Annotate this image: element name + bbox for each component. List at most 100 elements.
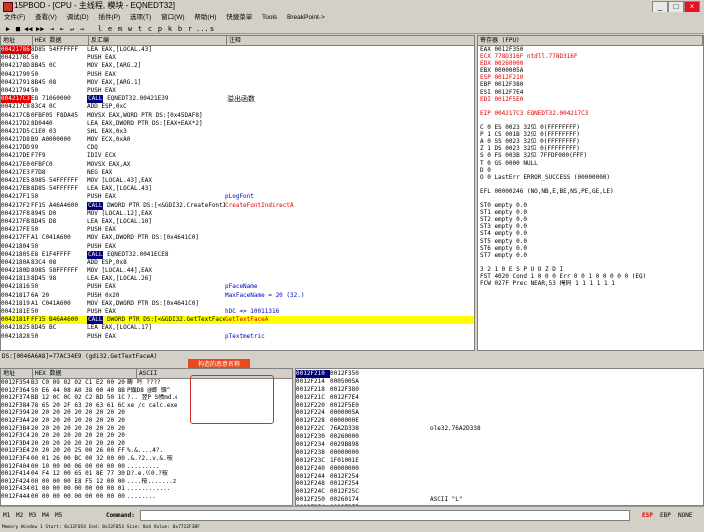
disasm-row[interactable]: 004217C883C4 0C ADD ESP,0xC [1,103,474,111]
dump-row[interactable]: 0012F3F400 01 26 00 BC 00 32 00 00 76 01… [1,455,292,463]
toolbar-letter-c[interactable]: c [146,25,154,33]
dump-row[interactable]: 0012F41404 F4 12 00 65 01 8E 77 30 10 8C… [1,470,292,478]
stack-row[interactable]: 0012F214 0005005A [296,378,703,386]
stack-row[interactable]: 0012F210 0012F350 [296,370,703,378]
disasm-row[interactable]: 0042181650 PUSH EAX pFaceName [1,283,474,291]
menu-view[interactable]: 查看(V) [35,14,57,21]
disasm-row[interactable]: 004217E3F7D8 NEG EAX [1,169,474,177]
stack-row[interactable]: 0012F250 00260174 ASCII "L" [296,496,703,504]
toolbar-letter-m[interactable]: m [116,25,124,33]
menu-options[interactable]: 选项(T) [130,14,151,21]
disasm-row[interactable]: 00421805E8 E1F4FFFF CALL EQNEDT32.0041ECE… [1,250,474,259]
dump-row[interactable]: 0012F3C420 20 20 20 20 20 20 20 20 20 20… [1,432,292,440]
disasm-row[interactable]: 004217868D85 54FFFFFF LEA EAX,[LOCAL.43] [1,46,474,55]
disasm-row[interactable]: 004217918B45 08 MOV EAX,[ARG.1] [1,79,474,87]
goto-icon[interactable]: → [78,25,86,33]
toolbar-letter-dots[interactable]: ... [196,25,209,33]
menu-help[interactable]: 帮助(H) [194,14,216,21]
toolbar-letter-e[interactable]: e [106,25,114,33]
stack-row[interactable]: 0012F218 0012F380 [296,386,703,394]
disasm-row[interactable]: 004217DEF7F9 IDIV ECX [1,152,474,160]
mode-ebp[interactable]: EBP [660,512,671,519]
execute-till-return-icon[interactable]: ↵ [68,25,76,33]
run-icon[interactable]: ▶ [4,25,12,33]
disassembly-panel[interactable]: 地址 HEX 数据 反汇编 注释 004217868D85 54FFFFFF LEA E… [0,35,475,351]
stack-row[interactable]: 0012F24C 0012F25C [296,488,703,496]
disasm-row[interactable]: 0042180D8985 58FFFFFF MOV [LOCAL.44],EAX [1,267,474,275]
disasm-row[interactable]: 004218138D45 98 LEA EAX,[LOCAL.26] [1,275,474,283]
disasm-row[interactable]: 0042179050 PUSH EAX [1,71,474,79]
step-forward-icon[interactable]: ▶▶ [36,25,44,33]
toolbar-letter-w[interactable]: w [126,25,134,33]
disasm-row[interactable]: 0042180450 PUSH EAX [1,243,474,251]
stack-row[interactable]: 0012F244 0012F254 [296,473,703,481]
registers-panel[interactable]: 寄存器 (FPU) EAX 0012F350 ECX 778D316F ntdll… [477,35,704,351]
disasm-row[interactable]: 004217D28D0440 LEA EAX,DWORD PTR DS:[EAX+… [1,120,474,128]
disasm-row[interactable]: 004217D5C1E0 03 SHL EAX,0x3 [1,128,474,136]
dump-row[interactable]: 0012F3D420 20 20 20 20 20 20 20 20 20 20… [1,440,292,448]
disasm-row[interactable]: 004218176A 20 PUSH 0x20 MaxFaceName = 20 (… [1,292,474,300]
stack-panel[interactable]: 0012F210 0012F350 0012F214 0005005A 0012F218… [295,368,704,506]
col-address[interactable]: 地址 [1,36,33,45]
stop-icon[interactable]: ■ [14,25,22,33]
toolbar-letter-s[interactable]: s [208,25,216,33]
dump-col-address[interactable]: 地址 [1,369,33,378]
menu-file[interactable]: 文件(F) [4,14,25,21]
toolbar-letter-r[interactable]: r [186,25,194,33]
disasm-row[interactable]: 0042181FFF15 B46A4600 CALL DWORD PTR DS:[… [1,316,474,325]
dump-row[interactable]: 0012F40400 10 00 00 06 00 00 00 00 00 00… [1,463,292,471]
disasm-row[interactable]: 004217EB8D85 54FFFFFF LEA EAX,[LOCAL.43] [1,185,474,193]
menu-plugins[interactable]: 插件(P) [98,14,120,21]
tab-m4[interactable]: M4 [42,512,49,519]
stack-row[interactable]: 0012F240 00000000 [296,465,703,473]
stack-row[interactable]: 0012F22C 76A2D338 ole32.76A2D338 [296,425,703,433]
stack-row[interactable]: 0012F230 00260000 [296,433,703,441]
col-hex[interactable]: HEX 数据 [33,36,89,45]
stack-row[interactable]: 0012F248 0012F254 [296,480,703,488]
stack-row[interactable]: 0012F228 0000000E [296,417,703,425]
stack-row[interactable]: 0012F220 0012F5E0 [296,402,703,410]
disasm-row[interactable]: 00421819A1 C041A600 MOV EAX,DWORD PTR DS:… [1,300,474,308]
stack-row[interactable]: 0012F234 0029B898 [296,441,703,449]
disasm-row[interactable]: 0042178C50 PUSH EAX [1,54,474,62]
menu-debug[interactable]: 调试(D) [67,14,89,21]
step-out-icon[interactable]: ⇤ [58,25,66,33]
tab-m2[interactable]: M2 [16,512,23,519]
disasm-row[interactable]: 004217D8B9 A0000000 MOV ECX,0xA0 [1,136,474,144]
menu-breakpoint[interactable]: BreakPoint-> [287,14,325,21]
col-disasm[interactable]: 反汇编 [89,36,227,45]
disasm-row[interactable]: 004217FFA1 C041A600 MOV EAX,DWORD PTR DS:… [1,234,474,242]
disasm-row[interactable]: 004217E00FBFC0 MOVSX EAX,AX [1,161,474,169]
disasm-row[interactable]: 004217F2FF15 A46A4600 CALL DWORD PTR DS:[… [1,201,474,210]
disasm-row[interactable]: 004217FB8D45 D8 LEA EAX,[LOCAL.10] [1,218,474,226]
disasm-row[interactable]: 004217F150 PUSH EAX pLogFont [1,193,474,201]
disasm-row[interactable]: 0042178D8B45 0C MOV EAX,[ARG.2] [1,62,474,70]
tab-m1[interactable]: M1 [3,512,10,519]
menu-shortcut[interactable]: 快捷菜单 [226,14,252,21]
disasm-row[interactable]: 004217CB0FBF05 F8DA45 MOVSX EAX,WORD PTR … [1,112,474,120]
step-into-icon[interactable]: ⇥ [48,25,56,33]
dump-col-hex[interactable]: HEX 数据 [33,369,137,378]
dump-row[interactable]: 0012F42400 00 00 00 E8 F5 12 00 00 00 00… [1,478,292,486]
toolbar-letter-p[interactable]: p [156,25,164,33]
menu-window[interactable]: 窗口(W) [161,14,184,21]
dump-row[interactable]: 0012F3E420 20 20 20 25 00 26 00 FF FF FF… [1,447,292,455]
stack-row[interactable]: 0012F23C 1F01001E [296,457,703,465]
dump-row[interactable]: 0012F3B420 20 20 20 20 20 20 20 20 20 20… [1,425,292,433]
dump-row[interactable]: 0012F44400 00 00 00 00 00 00 00 00 00 00… [1,493,292,501]
col-comment[interactable]: 注释 [227,36,474,45]
disasm-row[interactable]: 004217DD99 CDQ [1,144,474,152]
menu-tools[interactable]: Tools [262,14,277,21]
stack-row[interactable]: 0012F21C 0012F7E4 [296,394,703,402]
command-input[interactable] [140,510,630,521]
dump-row[interactable]: 0012F43401 00 00 00 00 00 00 00 01 00 01… [1,485,292,493]
disasm-row[interactable]: 0042182850 PUSH EAX pTextmetric [1,333,474,341]
tab-m5[interactable]: M5 [55,512,62,519]
disasm-row[interactable]: 004217E58985 54FFFFFF MOV [LOCAL.43],EAX [1,177,474,185]
stack-row[interactable]: 0012F224 0000005A [296,409,703,417]
mode-esp[interactable]: ESP [642,512,653,519]
mode-none[interactable]: NONE [678,512,692,519]
stack-row[interactable]: 0012F238 00000000 [296,449,703,457]
step-back-icon[interactable]: ◀◀ [24,25,32,33]
disasm-row[interactable]: 004217F88945 D0 MOV [LOCAL.12],EAX [1,210,474,218]
